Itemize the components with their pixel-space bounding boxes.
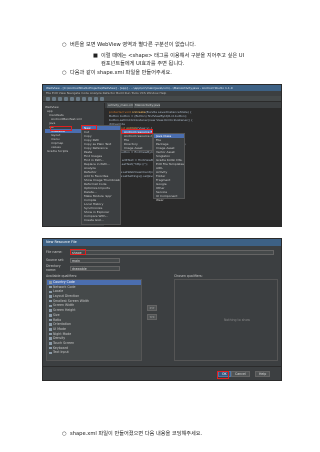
- chosen-qualifiers-pane: Nothing to show: [174, 279, 278, 361]
- editor-tabs: activity_main.xml MainActivity.java: [105, 103, 281, 108]
- circle-bullet-icon: ○: [62, 431, 67, 437]
- code-editor[interactable]: activity_main.xml MainActivity.java prot…: [105, 103, 281, 226]
- available-qualifiers-list: Country Code Network Code Locale Layout Dir…: [46, 279, 142, 361]
- toolbar-open-icon[interactable]: [46, 97, 50, 101]
- highlight-drawable: [50, 126, 72, 131]
- toolbar-debug-icon[interactable]: [100, 97, 104, 101]
- toolbar-paste-icon[interactable]: [88, 97, 92, 101]
- source-set-label: Source set:: [46, 258, 64, 262]
- highlight-new: [81, 125, 97, 130]
- tab-main-activity[interactable]: MainActivity.java: [134, 103, 160, 108]
- toolbar-run-icon[interactable]: [94, 97, 98, 101]
- cancel-button[interactable]: Cancel: [231, 371, 250, 377]
- intro-text-1: 버튼을 보면 WebView 영역과 별다른 구분선이 없습니다.: [70, 42, 196, 48]
- directory-input[interactable]: drawable: [70, 265, 120, 271]
- source-set-row: Source set: main: [46, 257, 120, 263]
- bullet-line-1: ○ 버튼을 보면 WebView 영역과 별다른 구분선이 없습니다.: [62, 42, 196, 49]
- intro-text-2a: 이럴 때에는 <shape> 태그를 이용해서 구분을 지어주고 싶은 UI: [101, 53, 245, 59]
- highlight-resource-file: [121, 129, 153, 134]
- bullet-line-4: ○ shape.xml 파일이 만들어졌으면 다음 내용을 코딩해주세요.: [62, 431, 202, 438]
- dialog-footer: OK Cancel Help: [43, 366, 281, 380]
- toolbar-sync-icon[interactable]: [58, 97, 62, 101]
- nothing-to-show-text: Nothing to show: [224, 318, 250, 322]
- context-menu: New Cut Copy Copy Path Copy as Plain Text Cop…: [81, 125, 121, 225]
- bullet-line-3: ○ 다음과 같이 shape.xml 파일을 만들어주세요.: [62, 70, 172, 77]
- dialog-title: New Resource File: [43, 239, 281, 246]
- toolbar-redo-icon[interactable]: [70, 97, 74, 101]
- tab-activity-main[interactable]: activity_main.xml: [107, 103, 133, 108]
- circle-bullet-icon: ○: [62, 70, 67, 76]
- remove-qualifier-button[interactable]: <<: [147, 314, 157, 320]
- toolbar-undo-icon[interactable]: [64, 97, 68, 101]
- code-line: webView.setSettings().setJavaScriptEnabl…: [109, 174, 277, 178]
- circle-bullet-icon: ○: [62, 42, 67, 48]
- available-qualifiers-label: Available qualifiers:: [46, 274, 78, 278]
- highlight-file-name: [70, 249, 86, 255]
- highlight-ok: [217, 371, 229, 379]
- bullet-line-2: ■ 이럴 때에는 <shape> 태그를 이용해서 구분을 지어주고 싶은 UI: [93, 53, 244, 60]
- submenu-item[interactable]: Image Asset: [122, 146, 152, 150]
- directory-label: Directory name:: [46, 264, 61, 272]
- add-qualifier-button[interactable]: >>: [147, 305, 157, 311]
- file-name-input[interactable]: shape: [70, 249, 274, 255]
- chosen-qualifiers-label: Chosen qualifiers:: [174, 274, 203, 278]
- intro-text-3: 다음과 같이 shape.xml 파일을 만들어주세요.: [70, 70, 172, 76]
- square-bullet-icon: ■: [93, 53, 98, 59]
- directory-row: Directory name: drawable: [46, 264, 120, 272]
- qualifier-item[interactable]: Text Input: [47, 350, 141, 355]
- ide-toolbar: [43, 96, 281, 102]
- outro-text-1: shape.xml 파일이 만들어졌으면 다음 내용을 코딩해주세요.: [70, 431, 203, 437]
- qualifier-arrows: >> <<: [147, 305, 157, 323]
- context-menu-item[interactable]: Create Gist...: [82, 218, 120, 222]
- ide-screenshot: WebView - [C:\AndroidStudioProjects\WebV…: [42, 84, 282, 227]
- bullet-line-2b: 컴포넌트들에게 UI효과를 주면 됩니다.: [101, 61, 185, 68]
- intro-text-2b: 컴포넌트들에게 UI효과를 주면 됩니다.: [101, 61, 185, 67]
- source-set-select[interactable]: main: [70, 257, 120, 263]
- toolbar-copy-icon[interactable]: [82, 97, 86, 101]
- toolbar-save-icon[interactable]: [52, 97, 56, 101]
- new-submenu-2: Java Class File Package Image Asset Vector A…: [153, 133, 185, 202]
- file-name-label: File name:: [46, 250, 63, 254]
- help-button[interactable]: Help: [255, 371, 271, 377]
- submenu-item[interactable]: Wear: [154, 198, 184, 202]
- toolbar-cut-icon[interactable]: [76, 97, 80, 101]
- new-resource-dialog: New Resource File File name: shape Sourc…: [42, 238, 282, 381]
